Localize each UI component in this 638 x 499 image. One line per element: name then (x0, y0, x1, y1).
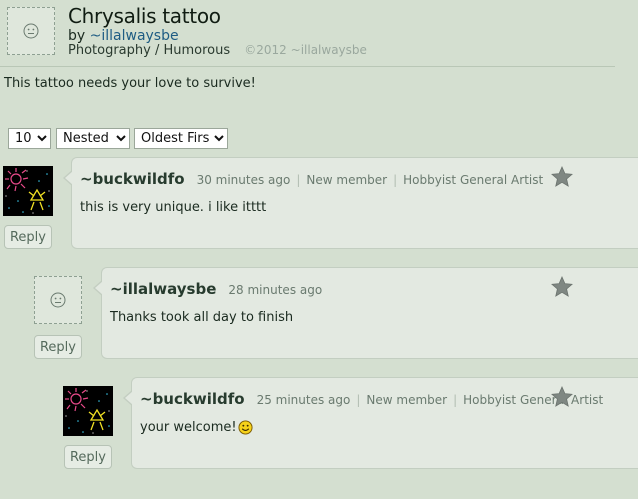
member-badge: New member (306, 173, 388, 187)
meta-separator: | (356, 393, 361, 407)
default-avatar-smiley-icon (23, 23, 39, 39)
view-mode-select[interactable]: Nested (56, 128, 130, 149)
author-link[interactable]: ~illalwaysbe (90, 28, 179, 44)
by-prefix: by (68, 28, 86, 44)
star-icon[interactable] (550, 275, 574, 299)
artist-role: Hobbyist General Artist (463, 393, 604, 407)
comment-text: Thanks took all day to finish (110, 310, 294, 325)
comment-meta: ~illalwaysbe 28 minutes ago (110, 280, 322, 298)
meta-separator: | (453, 393, 458, 407)
sun-doodle-icon (63, 386, 113, 436)
comment-text: your welcome! (140, 420, 237, 435)
commenter-avatar[interactable] (34, 276, 82, 324)
comment-time[interactable]: 25 minutes ago (257, 393, 351, 407)
reply-button[interactable]: Reply (4, 225, 52, 249)
star-icon[interactable] (550, 385, 574, 409)
comment-meta: ~buckwildfo 30 minutes ago | New member … (80, 170, 543, 188)
comment-text-line: your welcome! (140, 420, 253, 435)
deviation-title: Chrysalis tattoo (68, 4, 221, 28)
deviation-description: This tattoo needs your love to survive! (4, 76, 256, 91)
sort-order-select[interactable]: Oldest First (134, 128, 228, 149)
category-line: Photography / Humorous ©2012 ~illalwaysb… (68, 43, 367, 58)
default-avatar-smiley-icon (50, 292, 66, 308)
comment-text: this is very unique. i like itttt (80, 200, 267, 215)
commenter-avatar[interactable] (63, 386, 113, 436)
category-path[interactable]: Photography / Humorous (68, 43, 230, 58)
header-divider (0, 66, 615, 67)
comment-bubble: ~buckwildfo 25 minutes ago | New member … (123, 377, 638, 469)
sun-doodle-icon (3, 166, 53, 216)
author-avatar[interactable] (7, 7, 55, 55)
comment-meta: ~buckwildfo 25 minutes ago | New member … (140, 390, 603, 408)
comment-username[interactable]: ~illalwaysbe (110, 280, 216, 298)
artist-role: Hobbyist General Artist (403, 173, 544, 187)
deviation-byline: by ~illalwaysbe (68, 28, 179, 44)
comment-time[interactable]: 30 minutes ago (197, 173, 291, 187)
comment-username[interactable]: ~buckwildfo (80, 170, 185, 188)
comments-count-select[interactable]: 100 (8, 128, 51, 149)
comment-bubble: ~buckwildfo 30 minutes ago | New member … (63, 157, 638, 249)
smile-emoticon-icon (238, 420, 253, 435)
member-badge: New member (366, 393, 448, 407)
comment-bubble: ~illalwaysbe 28 minutes ago Thanks took … (93, 267, 638, 359)
reply-button[interactable]: Reply (34, 335, 82, 359)
commenter-avatar[interactable] (3, 166, 53, 216)
copyright: ©2012 ~illalwaysbe (244, 43, 367, 57)
comment-username[interactable]: ~buckwildfo (140, 390, 245, 408)
meta-separator: | (393, 173, 398, 187)
star-icon[interactable] (550, 165, 574, 189)
meta-separator: | (296, 173, 301, 187)
reply-button[interactable]: Reply (64, 445, 112, 469)
comment-time[interactable]: 28 minutes ago (228, 283, 322, 297)
